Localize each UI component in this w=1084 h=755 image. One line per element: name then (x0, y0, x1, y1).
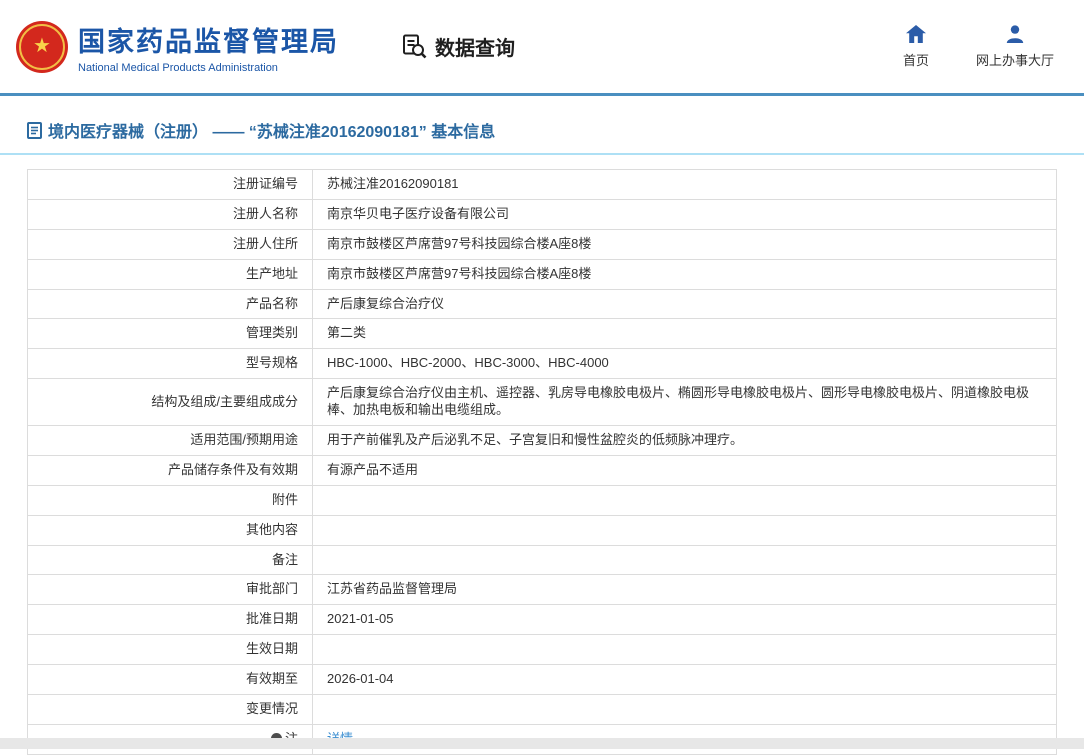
table-row: 注册人住所 南京市鼓楼区芦席营97号科技园综合楼A座8楼 (28, 229, 1057, 259)
row-label: 生效日期 (28, 635, 313, 665)
title-underline (0, 153, 1084, 155)
table-row: 产品名称 产后康复综合治疗仪 (28, 289, 1057, 319)
row-value: 产后康复综合治疗仪 (313, 289, 1057, 319)
table-row: 管理类别 第二类 (28, 319, 1057, 349)
row-label: 产品储存条件及有效期 (28, 455, 313, 485)
header-divider (0, 93, 1084, 96)
row-value: 南京市鼓楼区芦席营97号科技园综合楼A座8楼 (313, 229, 1057, 259)
row-value: 产后康复综合治疗仪由主机、遥控器、乳房导电橡胶电极片、椭圆形导电橡胶电极片、圆形… (313, 379, 1057, 426)
brand[interactable]: ★ 国家药品监督管理局 National Medical Products Ad… (16, 20, 339, 74)
table-row: 适用范围/预期用途 用于产前催乳及产后泌乳不足、子宫复旧和慢性盆腔炎的低频脉冲理… (28, 426, 1057, 456)
data-query-section[interactable]: 数据查询 (401, 32, 515, 61)
national-emblem-logo: ★ (16, 21, 68, 73)
main-content: 境内医疗器械（注册） —— “苏械注准20162090181” 基本信息 注册证… (0, 118, 1084, 755)
row-label: 注册人名称 (28, 199, 313, 229)
row-label: 有效期至 (28, 665, 313, 695)
row-label: 结构及组成/主要组成成分 (28, 379, 313, 426)
row-value: 有源产品不适用 (313, 455, 1057, 485)
agency-title: 国家药品监督管理局 (78, 20, 339, 59)
row-value (313, 485, 1057, 515)
header-nav: 首页 网上办事大厅 (892, 25, 1054, 69)
row-label: 审批部门 (28, 575, 313, 605)
row-value: 江苏省药品监督管理局 (313, 575, 1057, 605)
row-value (313, 695, 1057, 725)
nav-home[interactable]: 首页 (892, 25, 940, 69)
row-label: 生产地址 (28, 259, 313, 289)
home-icon (906, 25, 926, 43)
row-value: 2021-01-05 (313, 605, 1057, 635)
data-query-label: 数据查询 (435, 32, 515, 61)
info-table: 注册证编号 苏械注准20162090181 注册人名称 南京华贝电子医疗设备有限… (27, 169, 1057, 755)
row-label: 其他内容 (28, 515, 313, 545)
table-row: 变更情况 (28, 695, 1057, 725)
nav-service-hall-label: 网上办事大厅 (976, 50, 1054, 69)
table-row: 生效日期 (28, 635, 1057, 665)
user-icon (1006, 25, 1024, 43)
row-value: 南京华贝电子医疗设备有限公司 (313, 199, 1057, 229)
agency-subtitle: National Medical Products Administration (78, 62, 339, 74)
table-row: 产品储存条件及有效期 有源产品不适用 (28, 455, 1057, 485)
row-label: 管理类别 (28, 319, 313, 349)
nav-home-label: 首页 (903, 50, 929, 69)
row-label: 附件 (28, 485, 313, 515)
table-row: 型号规格 HBC-1000、HBC-2000、HBC-3000、HBC-4000 (28, 349, 1057, 379)
data-query-icon (401, 33, 428, 60)
page-footer (0, 738, 1084, 749)
row-value: 南京市鼓楼区芦席营97号科技园综合楼A座8楼 (313, 259, 1057, 289)
site-header: ★ 国家药品监督管理局 National Medical Products Ad… (0, 0, 1084, 93)
row-value: 苏械注准20162090181 (313, 170, 1057, 200)
row-value (313, 515, 1057, 545)
row-value: 第二类 (313, 319, 1057, 349)
row-label: 注册人住所 (28, 229, 313, 259)
row-value: HBC-1000、HBC-2000、HBC-3000、HBC-4000 (313, 349, 1057, 379)
nav-service-hall[interactable]: 网上办事大厅 (976, 25, 1054, 69)
row-value: 用于产前催乳及产后泌乳不足、子宫复旧和慢性盆腔炎的低频脉冲理疗。 (313, 426, 1057, 456)
row-label: 批准日期 (28, 605, 313, 635)
row-label: 注册证编号 (28, 170, 313, 200)
table-row: 附件 (28, 485, 1057, 515)
table-row: 生产地址 南京市鼓楼区芦席营97号科技园综合楼A座8楼 (28, 259, 1057, 289)
table-row: 审批部门 江苏省药品监督管理局 (28, 575, 1057, 605)
emblem-star-icon: ★ (33, 36, 51, 56)
table-row: 注册证编号 苏械注准20162090181 (28, 170, 1057, 200)
page-title: 境内医疗器械（注册） —— “苏械注准20162090181” 基本信息 (48, 118, 495, 142)
table-row: 其他内容 (28, 515, 1057, 545)
row-value (313, 545, 1057, 575)
table-row: 有效期至 2026-01-04 (28, 665, 1057, 695)
document-icon (27, 122, 42, 139)
row-label: 型号规格 (28, 349, 313, 379)
row-label: 备注 (28, 545, 313, 575)
info-table-body: 注册证编号 苏械注准20162090181 注册人名称 南京华贝电子医疗设备有限… (28, 170, 1057, 755)
row-label: 产品名称 (28, 289, 313, 319)
row-label: 适用范围/预期用途 (28, 426, 313, 456)
table-row: 注册人名称 南京华贝电子医疗设备有限公司 (28, 199, 1057, 229)
row-value (313, 635, 1057, 665)
row-value: 2026-01-04 (313, 665, 1057, 695)
table-row: 备注 (28, 545, 1057, 575)
table-row: 批准日期 2021-01-05 (28, 605, 1057, 635)
table-row: 结构及组成/主要组成成分 产后康复综合治疗仪由主机、遥控器、乳房导电橡胶电极片、… (28, 379, 1057, 426)
row-label: 变更情况 (28, 695, 313, 725)
